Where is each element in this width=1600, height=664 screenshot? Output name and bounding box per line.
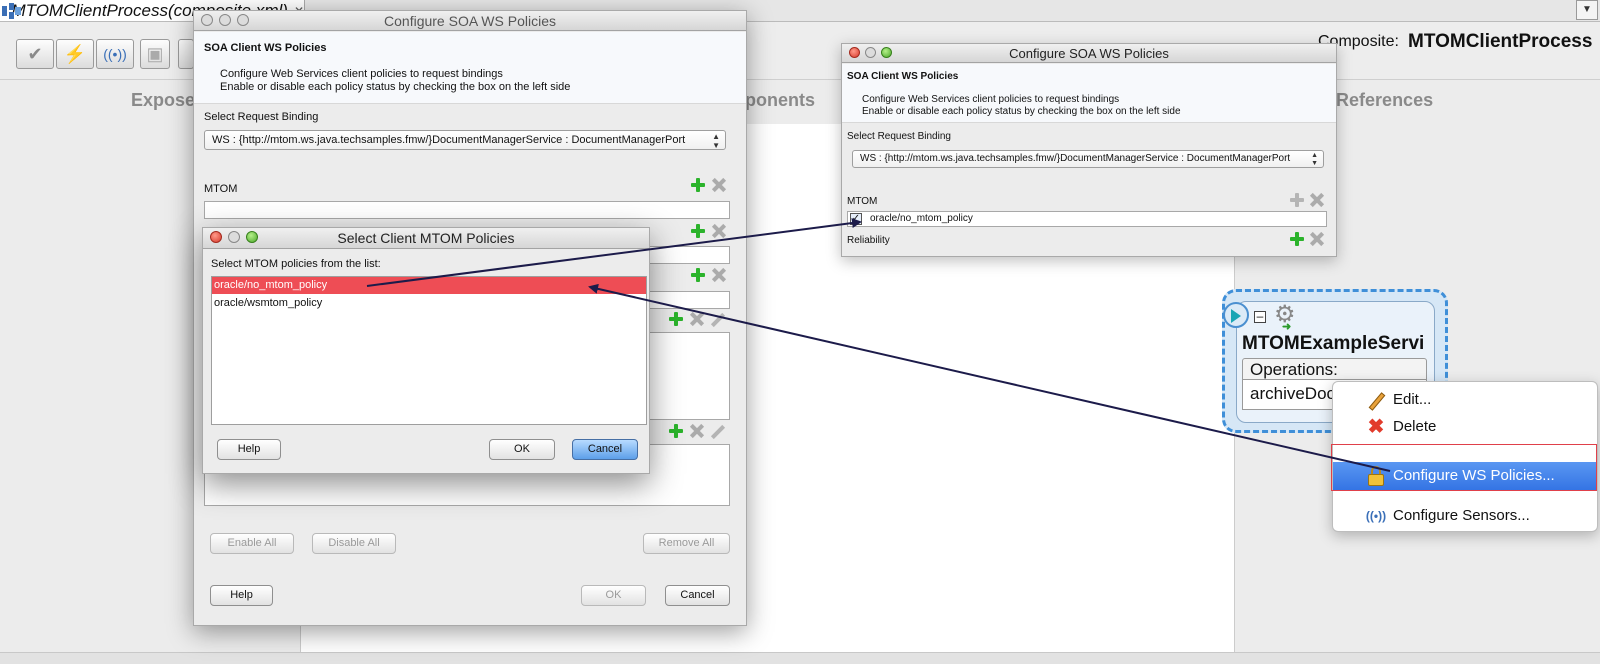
annotation-arrows <box>366 218 1391 472</box>
annotation-arrow-to-result <box>366 218 862 287</box>
annotation-arrow-from-menu <box>588 283 1391 472</box>
